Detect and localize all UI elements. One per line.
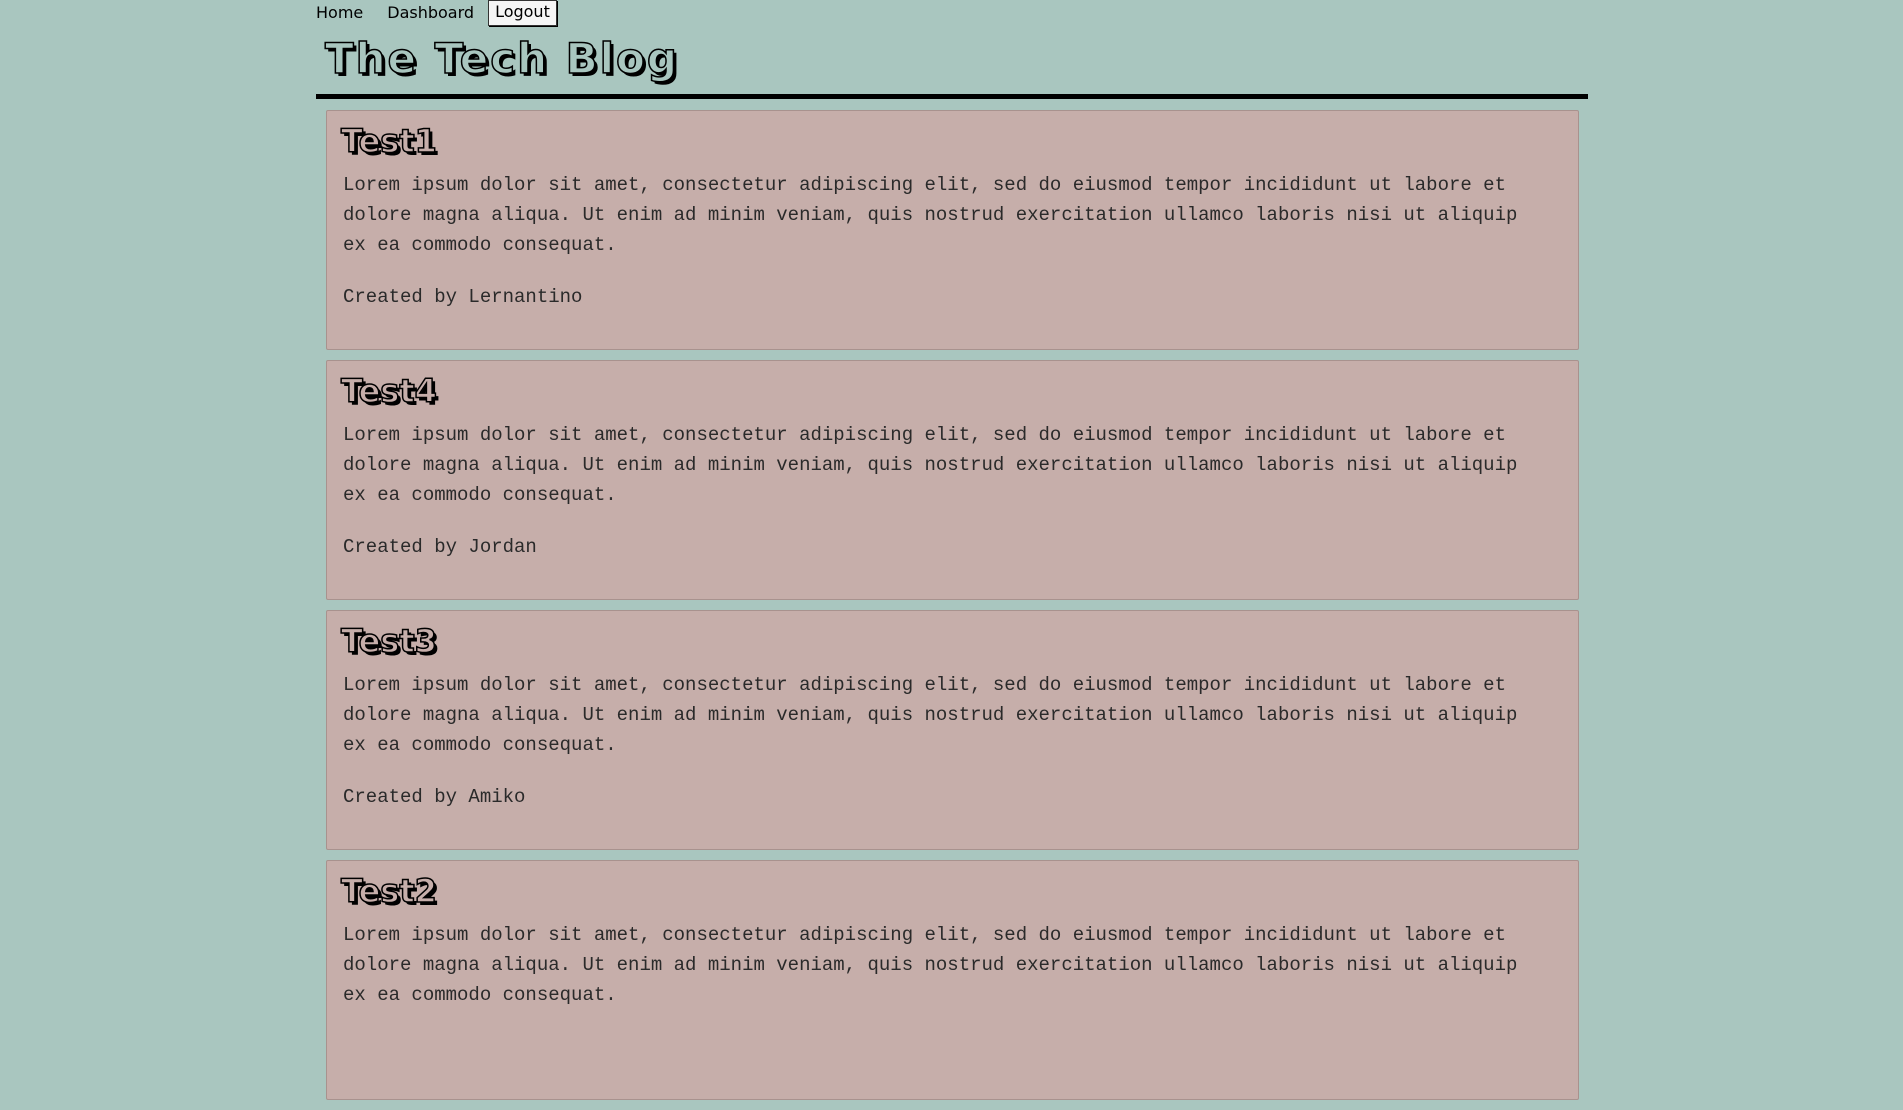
nav-home-link[interactable]: Home: [304, 0, 375, 26]
post-card-test3[interactable]: Test3 Lorem ipsum dolor sit amet, consec…: [326, 610, 1579, 850]
post-body: Lorem ipsum dolor sit amet, consectetur …: [343, 923, 1518, 1006]
nav-dashboard-link[interactable]: Dashboard: [375, 0, 486, 26]
site-title[interactable]: The Tech Blog: [324, 33, 679, 84]
post-author: Created by Lernantino: [343, 285, 583, 308]
top-nav: Home Dashboard Logout: [304, 0, 557, 26]
post-body: Lorem ipsum dolor sit amet, consectetur …: [343, 673, 1518, 756]
title-divider: [316, 94, 1588, 99]
post-title[interactable]: Test3: [340, 622, 1564, 660]
post-body: Lorem ipsum dolor sit amet, consectetur …: [343, 423, 1518, 506]
post-title[interactable]: Test4: [340, 372, 1564, 410]
post-card-test2[interactable]: Test2 Lorem ipsum dolor sit amet, consec…: [326, 860, 1579, 1100]
post-title[interactable]: Test2: [340, 872, 1564, 910]
post-author: Created by Amiko: [343, 785, 526, 808]
post-card-test4[interactable]: Test4 Lorem ipsum dolor sit amet, consec…: [326, 360, 1579, 600]
post-body: Lorem ipsum dolor sit amet, consectetur …: [343, 173, 1518, 256]
post-list: Test1 Lorem ipsum dolor sit amet, consec…: [326, 110, 1579, 1110]
logout-button[interactable]: Logout: [488, 0, 557, 26]
post-author: Created by Jordan: [343, 535, 537, 558]
post-title[interactable]: Test1: [340, 122, 1564, 160]
post-card-test1[interactable]: Test1 Lorem ipsum dolor sit amet, consec…: [326, 110, 1579, 350]
